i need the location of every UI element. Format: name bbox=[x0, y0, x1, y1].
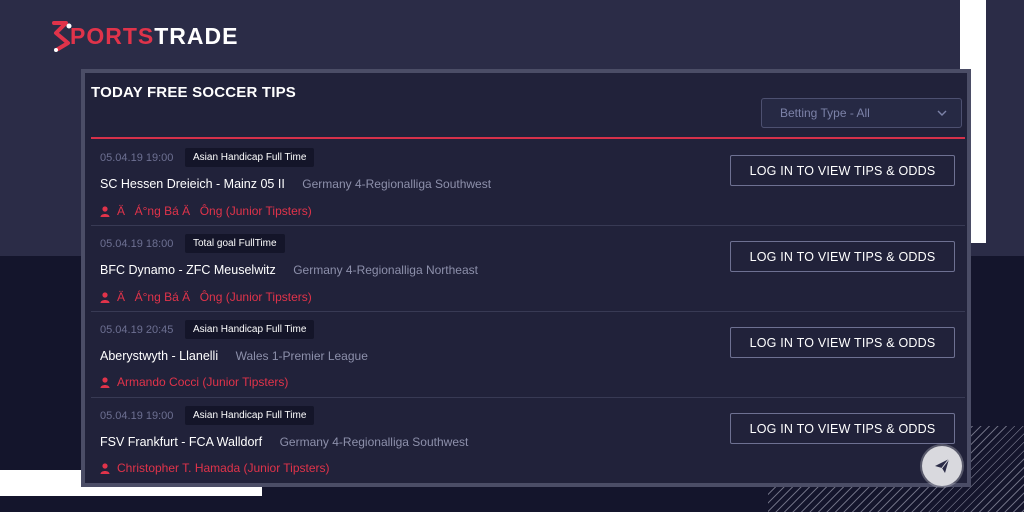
betting-type-select[interactable]: Betting Type - All bbox=[761, 98, 962, 128]
login-to-view-tips-button[interactable]: LOG IN TO VIEW TIPS & ODDS bbox=[730, 413, 955, 444]
sportstrade-logo: PORTSTRADE bbox=[48, 16, 238, 56]
logo-text-accent: PORTS bbox=[70, 22, 155, 49]
panel-title: TODAY FREE SOCCER TIPS bbox=[91, 84, 297, 101]
tip-datetime: 05.04.19 19:00 bbox=[100, 410, 174, 422]
user-icon bbox=[100, 462, 110, 474]
match-name: BFC Dynamo - ZFC Meuselwitz bbox=[100, 263, 276, 277]
free-soccer-tips-panel: TODAY FREE SOCCER TIPS Betting Type - Al… bbox=[81, 69, 971, 487]
tipster-name: ÄÁ°ng Bá ÄÔng (Junior Tipsters) bbox=[117, 290, 312, 304]
tip-row: 05.04.19 20:45 Asian Handicap Full Time … bbox=[91, 312, 965, 398]
tip-match-info: FSV Frankfurt - FCA Walldorf Germany 4-R… bbox=[100, 435, 468, 449]
tip-match-info: BFC Dynamo - ZFC Meuselwitz Germany 4-Re… bbox=[100, 263, 478, 277]
match-name: SC Hessen Dreieich - Mainz 05 II bbox=[100, 177, 285, 191]
bet-type-badge: Asian Handicap Full Time bbox=[185, 406, 315, 425]
tipster-link[interactable]: Armando Cocci (Junior Tipsters) bbox=[100, 375, 288, 389]
login-to-view-tips-button[interactable]: LOG IN TO VIEW TIPS & ODDS bbox=[730, 327, 955, 358]
user-icon bbox=[100, 291, 110, 303]
tipster-link[interactable]: ÄÁ°ng Bá ÄÔng (Junior Tipsters) bbox=[100, 203, 312, 219]
login-to-view-tips-button[interactable]: LOG IN TO VIEW TIPS & ODDS bbox=[730, 241, 955, 272]
user-icon bbox=[100, 376, 110, 388]
tip-match-info: SC Hessen Dreieich - Mainz 05 II Germany… bbox=[100, 177, 491, 191]
bet-type-badge: Asian Handicap Full Time bbox=[185, 148, 315, 167]
tip-row: 05.04.19 19:00 Asian Handicap Full Time … bbox=[91, 398, 965, 483]
logo-text-rest: TRADE bbox=[154, 22, 239, 49]
match-name: FSV Frankfurt - FCA Walldorf bbox=[100, 435, 263, 449]
tipster-name: Armando Cocci (Junior Tipsters) bbox=[117, 375, 289, 389]
bet-type-badge: Total goal FullTime bbox=[185, 234, 285, 253]
tip-datetime: 05.04.19 20:45 bbox=[100, 324, 174, 336]
betting-type-select-value: Betting Type - All bbox=[780, 106, 870, 120]
paper-plane-icon bbox=[935, 458, 950, 473]
league-name: Germany 4-Regionalliga Southwest bbox=[302, 177, 492, 191]
bet-type-badge: Asian Handicap Full Time bbox=[185, 320, 315, 339]
tip-match-info: Aberystwyth - Llanelli Wales 1-Premier L… bbox=[100, 349, 368, 363]
login-to-view-tips-button[interactable]: LOG IN TO VIEW TIPS & ODDS bbox=[730, 155, 955, 186]
tip-datetime: 05.04.19 18:00 bbox=[100, 238, 174, 250]
tip-datetime: 05.04.19 19:00 bbox=[100, 152, 174, 164]
tipster-name: Christopher T. Hamada (Junior Tipsters) bbox=[117, 461, 330, 475]
user-icon bbox=[100, 205, 110, 217]
league-name: Wales 1-Premier League bbox=[235, 349, 368, 363]
tip-row: 05.04.19 18:00 Total goal FullTime BFC D… bbox=[91, 226, 965, 312]
header-divider bbox=[91, 137, 965, 139]
tipster-link[interactable]: Christopher T. Hamada (Junior Tipsters) bbox=[100, 461, 330, 475]
tipster-link[interactable]: ÄÁ°ng Bá ÄÔng (Junior Tipsters) bbox=[100, 289, 312, 305]
chevron-down-icon bbox=[937, 110, 947, 116]
league-name: Germany 4-Regionalliga Northeast bbox=[293, 263, 478, 277]
runner-logo-icon bbox=[52, 21, 72, 52]
tip-row: 05.04.19 19:00 Asian Handicap Full Time … bbox=[91, 140, 965, 226]
telegram-share-button[interactable] bbox=[922, 446, 962, 486]
tipster-name: ÄÁ°ng Bá ÄÔng (Junior Tipsters) bbox=[117, 204, 312, 218]
league-name: Germany 4-Regionalliga Southwest bbox=[279, 435, 469, 449]
match-name: Aberystwyth - Llanelli bbox=[100, 349, 219, 363]
